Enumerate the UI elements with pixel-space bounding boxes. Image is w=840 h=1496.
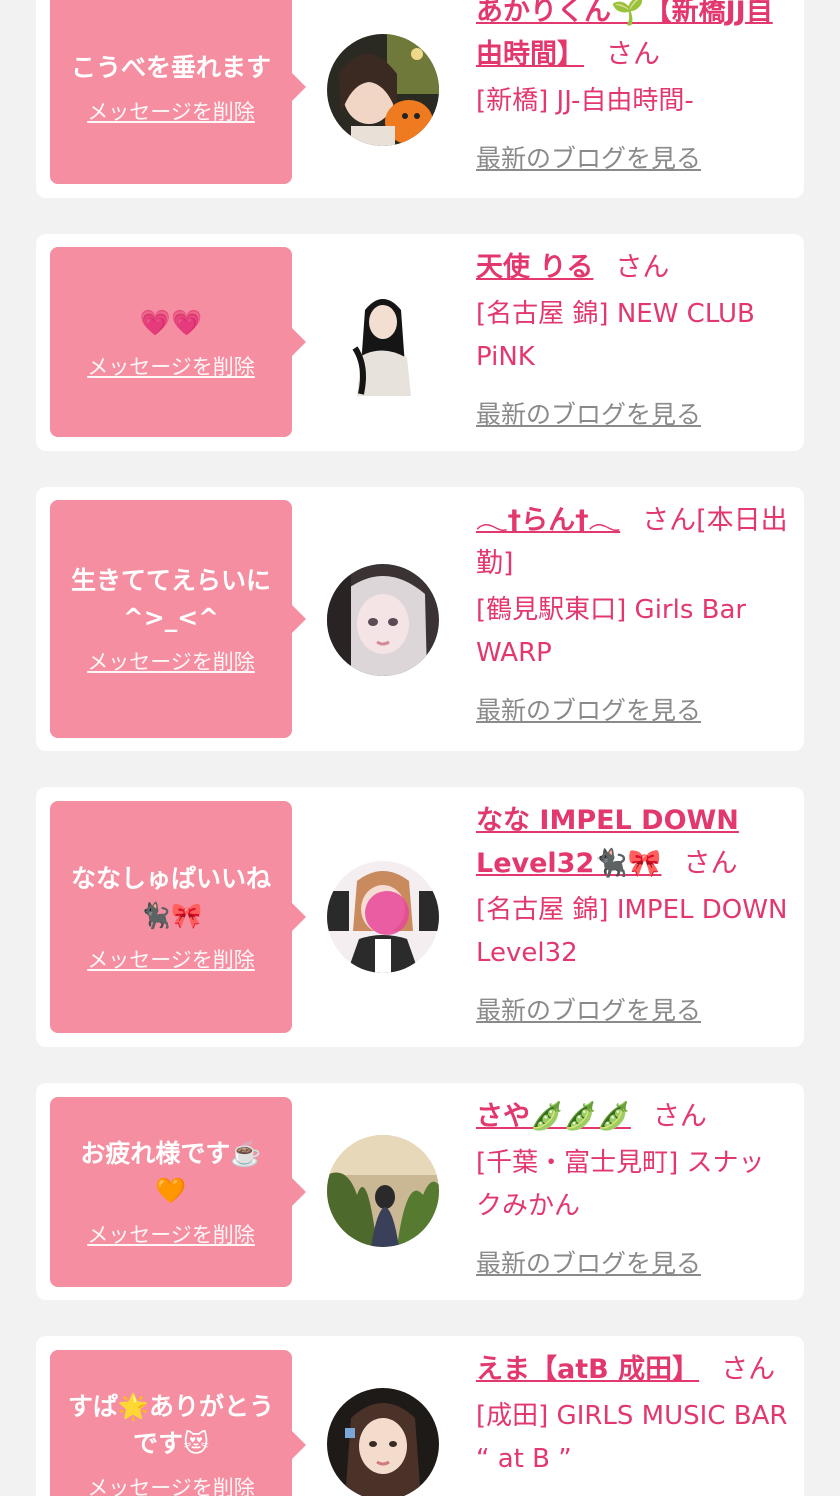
message-bubble: お疲れ様です☕️ 🧡 メッセージを削除 — [50, 1097, 306, 1287]
message-card: 💗💗 メッセージを削除 天使 りる さん [名古屋 錦] NEW CLUB PiN… — [36, 234, 804, 451]
avatar[interactable] — [327, 861, 439, 973]
delete-message-link[interactable]: メッセージを削除 — [87, 351, 255, 381]
shop-name: [千葉・富士見町] スナックみかん — [476, 1148, 765, 1221]
message-text: すぱ🌟ありがとう です😻 — [67, 1392, 275, 1458]
message-list: こうべを垂れます メッセージを削除 あかりくん🌱【新橋JJ自由時間】 さん [新橋… — [0, 0, 840, 1496]
cast-info: 天使 りる さん [名古屋 錦] NEW CLUB PiNK 最新のブログを見る — [476, 246, 790, 431]
delete-message-link[interactable]: メッセージを削除 — [87, 1472, 255, 1496]
message-card: 生きててえらいに ^>_<^ メッセージを削除 𓂃†らん†𓂃 さん[本日出勤] [… — [36, 487, 804, 751]
message-card: ななしゅぱいいね 🐈‍⬛🎀 メッセージを削除 なな IMPEL DOWN Lev… — [36, 787, 804, 1047]
honorific-label: さん — [606, 39, 660, 70]
view-blog-link[interactable]: 最新のブログを見る — [476, 1244, 701, 1280]
avatar[interactable] — [327, 1135, 439, 1247]
cast-info: あかりくん🌱【新橋JJ自由時間】 さん [新橋] JJ-自由時間- 最新のブログを… — [476, 0, 790, 175]
message-text: お疲れ様です☕️ 🧡 — [80, 1139, 262, 1205]
message-card: お疲れ様です☕️ 🧡 メッセージを削除 さや🫛🫛🫛 さん [千葉・富士見町] スナ… — [36, 1083, 804, 1300]
cast-info: さや🫛🫛🫛 さん [千葉・富士見町] スナックみかん 最新のブログを見る — [476, 1095, 790, 1280]
cast-info: 𓂃†らん†𓂃 さん[本日出勤] [鶴見駅東口] Girls Bar WARP 最新… — [476, 499, 790, 727]
message-bubble: すぱ🌟ありがとう です😻 メッセージを削除 — [50, 1350, 306, 1496]
message-bubble: 💗💗 メッセージを削除 — [50, 247, 306, 437]
message-text: 生きててえらいに ^>_<^ — [70, 566, 271, 632]
delete-message-link[interactable]: メッセージを削除 — [87, 646, 255, 676]
message-card: すぱ🌟ありがとう です😻 メッセージを削除 えま【atB 成田】 さん [成田] … — [36, 1336, 804, 1496]
shop-name: [名古屋 錦] IMPEL DOWN Level32 — [476, 895, 788, 968]
cast-info: えま【atB 成田】 さん [成田] GIRLS MUSIC BAR “ at B… — [476, 1348, 790, 1496]
view-blog-link[interactable]: 最新のブログを見る — [476, 395, 701, 431]
message-card: こうべを垂れます メッセージを削除 あかりくん🌱【新橋JJ自由時間】 さん [新橋… — [36, 0, 804, 198]
cast-name-line: なな IMPEL DOWN Level32🐈‍⬛🎀 さん — [476, 799, 790, 885]
cast-name-link[interactable]: 𓂃†らん†𓂃 — [476, 505, 620, 536]
honorific-label: さん — [642, 505, 697, 536]
shop-name: [成田] GIRLS MUSIC BAR “ at B ” — [476, 1401, 788, 1474]
honorific-label: さん — [652, 1101, 707, 1132]
avatar[interactable] — [327, 1388, 439, 1496]
delete-message-link[interactable]: メッセージを削除 — [87, 96, 255, 126]
honorific-label: さん — [721, 1354, 776, 1385]
message-bubble: こうべを垂れます メッセージを削除 — [50, 0, 306, 184]
cast-name-line: 𓂃†らん†𓂃 さん[本日出勤] — [476, 499, 790, 585]
cast-name-link[interactable]: 天使 りる — [476, 252, 593, 283]
avatar[interactable] — [327, 564, 439, 676]
delete-message-link[interactable]: メッセージを削除 — [87, 1219, 255, 1249]
view-blog-link[interactable]: 最新のブログを見る — [476, 139, 701, 175]
cast-name-line: えま【atB 成田】 さん — [476, 1348, 790, 1391]
shop-name: [鶴見駅東口] Girls Bar WARP — [476, 595, 747, 668]
message-text: 💗💗 — [139, 307, 203, 337]
honorific-label: さん — [615, 252, 670, 283]
cast-info: なな IMPEL DOWN Level32🐈‍⬛🎀 さん [名古屋 錦] IMPE… — [476, 799, 790, 1027]
message-text: こうべを垂れます — [70, 52, 271, 82]
cast-name-link[interactable]: さや🫛🫛🫛 — [476, 1101, 631, 1132]
cast-name-line: 天使 りる さん — [476, 246, 790, 289]
view-blog-link[interactable]: 最新のブログを見る — [476, 991, 701, 1027]
delete-message-link[interactable]: メッセージを削除 — [87, 944, 255, 974]
cast-name-line: さや🫛🫛🫛 さん — [476, 1095, 790, 1138]
shop-name: [名古屋 錦] NEW CLUB PiNK — [476, 299, 755, 372]
honorific-label: さん — [683, 848, 738, 879]
message-text: ななしゅぱいいね 🐈‍⬛🎀 — [70, 864, 271, 930]
cast-name-link[interactable]: えま【atB 成田】 — [476, 1354, 699, 1385]
cast-name-line: あかりくん🌱【新橋JJ自由時間】 さん — [476, 0, 790, 76]
shop-name: [新橋] JJ-自由時間- — [476, 86, 694, 116]
avatar[interactable] — [327, 34, 439, 146]
avatar[interactable] — [327, 286, 439, 398]
message-bubble: 生きててえらいに ^>_<^ メッセージを削除 — [50, 500, 306, 738]
message-bubble: ななしゅぱいいね 🐈‍⬛🎀 メッセージを削除 — [50, 801, 306, 1033]
view-blog-link[interactable]: 最新のブログを見る — [476, 691, 701, 727]
